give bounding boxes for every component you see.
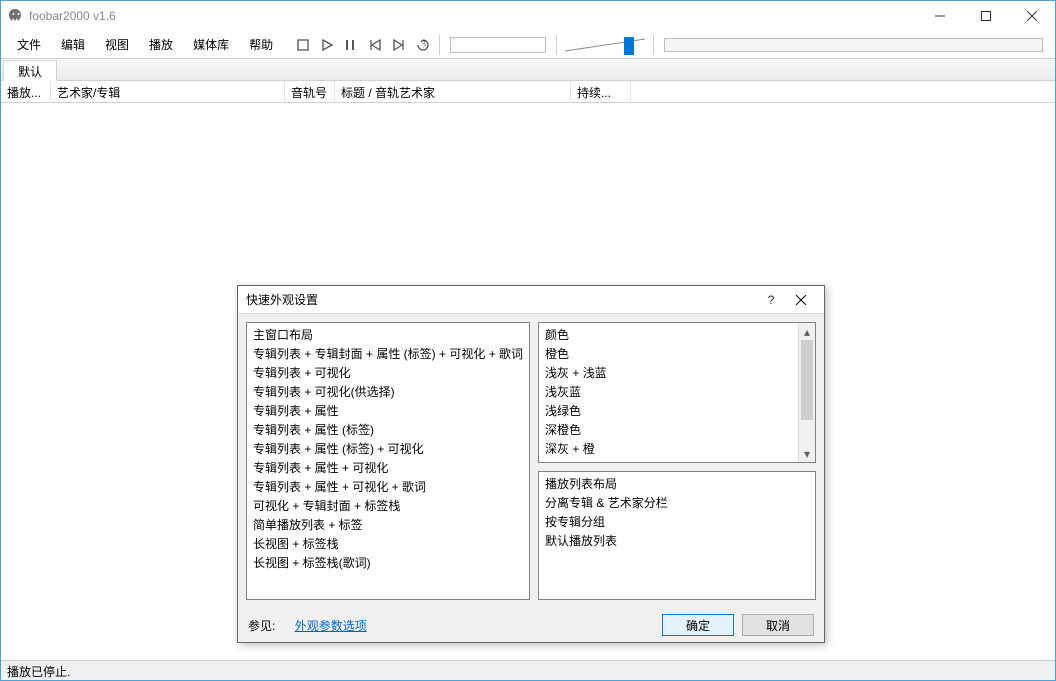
volume-thumb[interactable] bbox=[624, 37, 634, 55]
minimize-button[interactable] bbox=[917, 1, 963, 31]
dialog-title: 快速外观设置 bbox=[246, 291, 756, 308]
dialog-close-button[interactable] bbox=[786, 286, 816, 314]
status-text: 播放已停止. bbox=[7, 665, 70, 679]
list-item[interactable]: 简单播放列表 + 标签 bbox=[247, 515, 529, 534]
scrollbar[interactable]: ▴ ▾ bbox=[798, 323, 815, 462]
scroll-thumb[interactable] bbox=[801, 340, 813, 420]
maximize-button[interactable] bbox=[963, 1, 1009, 31]
menubar: 文件编辑视图播放媒体库帮助 ? bbox=[1, 31, 1055, 59]
menu-媒体库[interactable]: 媒体库 bbox=[183, 34, 239, 56]
divider bbox=[439, 35, 440, 55]
see-label: 参见: bbox=[248, 617, 275, 634]
list-item[interactable]: 橙色 bbox=[539, 344, 797, 363]
help-button[interactable]: ? bbox=[756, 286, 786, 314]
list-item[interactable]: 按专辑分组 bbox=[539, 512, 815, 531]
quick-appearance-dialog: 快速外观设置 ? 主窗口布局专辑列表 + 专辑封面 + 属性 (标签) + 可视… bbox=[237, 285, 825, 643]
random-button[interactable]: ? bbox=[413, 35, 433, 55]
appearance-options-link[interactable]: 外观参数选项 bbox=[295, 617, 367, 634]
window-title: foobar2000 v1.6 bbox=[29, 9, 116, 23]
list-item[interactable]: 浅灰 + 浅蓝 bbox=[539, 363, 797, 382]
next-button[interactable] bbox=[389, 35, 409, 55]
list-item[interactable]: 长视图 + 标签栈 bbox=[247, 534, 529, 553]
menu-编辑[interactable]: 编辑 bbox=[51, 34, 95, 56]
list-header: 播放列表布局 bbox=[539, 474, 815, 493]
list-item[interactable]: 可视化 + 专辑封面 + 标签栈 bbox=[247, 496, 529, 515]
menu-文件[interactable]: 文件 bbox=[7, 34, 51, 56]
column-header[interactable]: 音轨号 bbox=[285, 81, 335, 102]
column-header[interactable]: 播放... bbox=[1, 81, 51, 102]
cancel-button[interactable]: 取消 bbox=[742, 614, 814, 636]
list-item[interactable]: 专辑列表 + 属性 (标签) bbox=[247, 420, 529, 439]
list-header: 主窗口布局 bbox=[247, 325, 529, 344]
column-header[interactable]: 艺术家/专辑 bbox=[51, 81, 285, 102]
list-item[interactable]: 专辑列表 + 可视化(供选择) bbox=[247, 382, 529, 401]
list-item[interactable]: 深灰 + 橙 bbox=[539, 439, 797, 458]
app-window: foobar2000 v1.6 文件编辑视图播放媒体库帮助 ? 默认 播放...… bbox=[0, 0, 1056, 681]
list-item[interactable]: 专辑列表 + 属性 bbox=[247, 401, 529, 420]
pause-button[interactable] bbox=[341, 35, 361, 55]
dialog-titlebar: 快速外观设置 ? bbox=[238, 286, 824, 314]
svg-text:?: ? bbox=[422, 43, 426, 50]
menu-帮助[interactable]: 帮助 bbox=[239, 34, 283, 56]
menu-播放[interactable]: 播放 bbox=[139, 34, 183, 56]
scroll-up-icon[interactable]: ▴ bbox=[799, 323, 815, 340]
list-item[interactable]: 浅绿色 bbox=[539, 401, 797, 420]
ok-button[interactable]: 确定 bbox=[662, 614, 734, 636]
list-item[interactable]: 专辑列表 + 属性 + 可视化 bbox=[247, 458, 529, 477]
list-header: 颜色 bbox=[539, 325, 797, 344]
app-icon bbox=[7, 8, 23, 24]
list-item[interactable]: 专辑列表 + 属性 (标签) + 可视化 bbox=[247, 439, 529, 458]
seek-bar[interactable] bbox=[664, 38, 1043, 52]
list-item[interactable]: 分离专辑 & 艺术家分栏 bbox=[539, 493, 815, 512]
column-header[interactable]: 持续... bbox=[571, 81, 631, 102]
prev-button[interactable] bbox=[365, 35, 385, 55]
stop-button[interactable] bbox=[293, 35, 313, 55]
list-item[interactable]: 长视图 + 标签栈(歌词) bbox=[247, 553, 529, 572]
divider bbox=[653, 35, 654, 55]
list-item[interactable]: 专辑列表 + 可视化 bbox=[247, 363, 529, 382]
column-headers: 播放...艺术家/专辑音轨号标题 / 音轨艺术家持续... bbox=[1, 81, 1055, 103]
column-header[interactable]: 标题 / 音轨艺术家 bbox=[335, 81, 571, 102]
volume-slider[interactable] bbox=[565, 35, 645, 55]
play-button[interactable] bbox=[317, 35, 337, 55]
seek-bar-small[interactable] bbox=[450, 37, 546, 53]
color-listbox[interactable]: 颜色橙色浅灰 + 浅蓝浅灰蓝浅绿色深橙色深灰 + 橙 bbox=[538, 322, 816, 463]
status-bar: 播放已停止. bbox=[1, 660, 1055, 680]
playlist-tab[interactable]: 默认 bbox=[3, 60, 57, 81]
divider bbox=[556, 35, 557, 55]
close-button[interactable] bbox=[1009, 1, 1055, 31]
list-item[interactable]: 深橙色 bbox=[539, 420, 797, 439]
layout-listbox[interactable]: 主窗口布局专辑列表 + 专辑封面 + 属性 (标签) + 可视化 + 歌词专辑列… bbox=[246, 322, 530, 600]
scroll-down-icon[interactable]: ▾ bbox=[799, 445, 815, 462]
list-item[interactable]: 专辑列表 + 属性 + 可视化 + 歌词 bbox=[247, 477, 529, 496]
titlebar: foobar2000 v1.6 bbox=[1, 1, 1055, 31]
menu-视图[interactable]: 视图 bbox=[95, 34, 139, 56]
list-item[interactable]: 专辑列表 + 专辑封面 + 属性 (标签) + 可视化 + 歌词 bbox=[247, 344, 529, 363]
playlist-tabbar: 默认 bbox=[1, 59, 1055, 81]
list-item[interactable]: 浅灰蓝 bbox=[539, 382, 797, 401]
playlist-content: 快速外观设置 ? 主窗口布局专辑列表 + 专辑封面 + 属性 (标签) + 可视… bbox=[1, 103, 1055, 660]
list-item[interactable]: 默认播放列表 bbox=[539, 531, 815, 550]
playlist-layout-listbox[interactable]: 播放列表布局分离专辑 & 艺术家分栏按专辑分组默认播放列表 bbox=[538, 471, 816, 600]
dialog-footer: 参见: 外观参数选项 确定 取消 bbox=[238, 608, 824, 642]
